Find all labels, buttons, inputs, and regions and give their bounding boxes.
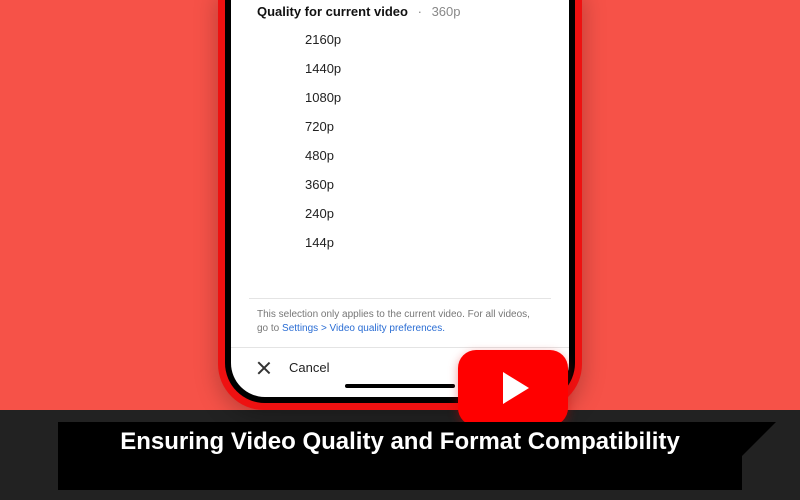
phone-frame: Quality for current video · 360p 2160p 1… [218, 0, 582, 410]
settings-link[interactable]: Settings > Video quality preferences. [282, 323, 445, 334]
quality-option[interactable]: 1440p [305, 54, 569, 83]
quality-option[interactable]: 720p [305, 112, 569, 141]
quality-option[interactable]: 360p [305, 170, 569, 199]
footer-note: This selection only applies to the curre… [231, 299, 569, 341]
play-icon [503, 372, 529, 404]
cancel-label: Cancel [289, 360, 329, 375]
quality-title: Quality for current video [257, 4, 408, 19]
home-indicator [345, 384, 455, 388]
quality-option[interactable]: 240p [305, 199, 569, 228]
quality-options-list: 2160p 1440p 1080p 720p 480p 360p 240p 14… [231, 23, 569, 294]
separator-dot: · [418, 4, 422, 19]
phone-screen: Quality for current video · 360p 2160p 1… [231, 0, 569, 397]
quality-option[interactable]: 144p [305, 228, 569, 257]
quality-option[interactable]: 480p [305, 141, 569, 170]
youtube-logo [458, 350, 568, 426]
quality-header: Quality for current video · 360p [231, 0, 569, 23]
quality-option[interactable]: 1080p [305, 83, 569, 112]
close-icon [257, 361, 271, 375]
quality-option[interactable]: 2160p [305, 25, 569, 54]
current-quality: 360p [432, 4, 461, 19]
caption-banner: Ensuring Video Quality and Format Compat… [58, 422, 742, 490]
caption-text: Ensuring Video Quality and Format Compat… [58, 428, 742, 457]
